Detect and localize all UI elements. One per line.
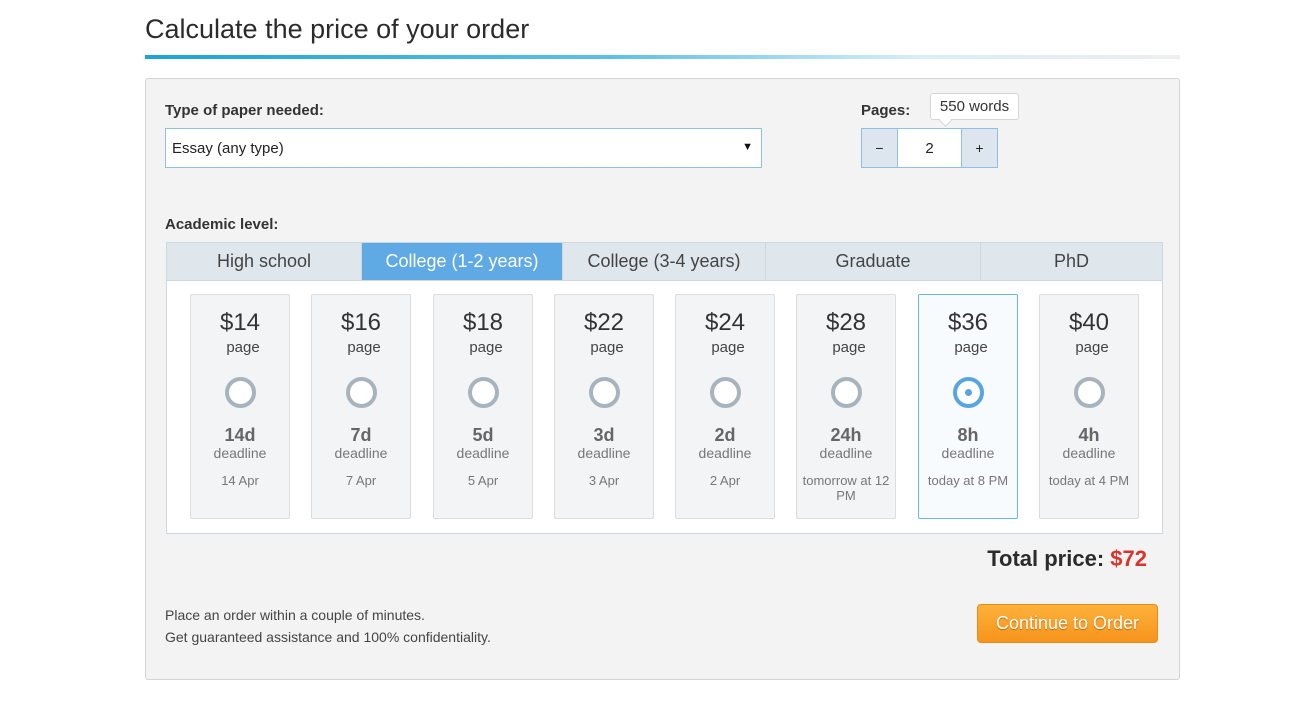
deadline-duration: 24h	[830, 425, 862, 445]
deadline-card[interactable]: $24 page 2d deadline 2 Apr	[675, 294, 775, 519]
price-per-page: $36	[947, 309, 989, 336]
price-unit: page	[1075, 339, 1109, 356]
deadline-radio[interactable]	[710, 377, 741, 408]
price-per-page: $22	[583, 309, 625, 336]
price-per-page: $24	[704, 309, 746, 336]
deadline-card[interactable]: $14 page 14d deadline 14 Apr	[190, 294, 290, 519]
deadline-duration: 8h	[957, 425, 979, 445]
deadline-radio[interactable]	[589, 377, 620, 408]
deadline-card[interactable]: $40 page 4h deadline today at 4 PM	[1039, 294, 1139, 519]
deadline-duration: 14d	[224, 425, 256, 445]
deadline-radio[interactable]	[831, 377, 862, 408]
deadline-label: deadline	[698, 445, 752, 461]
deadline-date: 14 Apr	[221, 473, 259, 488]
price-unit: page	[711, 339, 745, 356]
deadline-date: today at 8 PM	[927, 473, 1009, 488]
price-unit: page	[590, 339, 624, 356]
deadline-options: $14 page 14d deadline 14 Apr $16 page 7d…	[166, 281, 1163, 534]
paper-type-value: Essay (any type)	[172, 140, 284, 157]
deadline-label: deadline	[941, 445, 995, 461]
continue-to-order-button[interactable]: Continue to Order	[977, 604, 1158, 643]
academic-level-tabs: High school College (1-2 years) College …	[166, 242, 1163, 281]
price-calculator-panel: Type of paper needed: Essay (any type) ▼…	[145, 78, 1180, 680]
deadline-radio[interactable]	[346, 377, 377, 408]
deadline-card[interactable]: $28 page 24h deadline tomorrow at 12 PM	[796, 294, 896, 519]
deadline-radio[interactable]	[468, 377, 499, 408]
tab-college-3-4[interactable]: College (3-4 years)	[563, 243, 766, 280]
price-unit: page	[469, 339, 503, 356]
words-tooltip: 550 words	[930, 93, 1019, 120]
total-price: Total price: $72	[987, 546, 1147, 572]
deadline-label: deadline	[819, 445, 873, 461]
price-per-page: $16	[340, 309, 382, 336]
tab-college-1-2[interactable]: College (1-2 years)	[362, 243, 563, 280]
pages-label: Pages:	[861, 102, 911, 119]
price-per-page: $40	[1068, 309, 1110, 336]
total-price-amount: $72	[1110, 546, 1147, 571]
radio-dot-icon	[965, 389, 972, 396]
price-unit: page	[954, 339, 988, 356]
academic-level-label: Academic level:	[165, 216, 279, 233]
increase-pages-button[interactable]: +	[961, 129, 997, 167]
price-unit: page	[347, 339, 381, 356]
deadline-card[interactable]: $22 page 3d deadline 3 Apr	[554, 294, 654, 519]
deadline-radio[interactable]	[1074, 377, 1105, 408]
deadline-label: deadline	[456, 445, 510, 461]
deadline-radio[interactable]	[225, 377, 256, 408]
tab-high-school[interactable]: High school	[167, 243, 362, 280]
deadline-card-selected[interactable]: $36 page 8h deadline today at 8 PM	[918, 294, 1018, 519]
deadline-label: deadline	[1062, 445, 1116, 461]
decrease-pages-button[interactable]: −	[862, 129, 898, 167]
total-price-label: Total price:	[987, 546, 1105, 571]
price-unit: page	[832, 339, 866, 356]
deadline-date: 3 Apr	[588, 473, 620, 488]
deadline-label: deadline	[334, 445, 388, 461]
deadline-date: 2 Apr	[709, 473, 741, 488]
deadline-label: deadline	[577, 445, 631, 461]
deadline-radio-checked[interactable]	[953, 377, 984, 408]
page-title: Calculate the price of your order	[145, 14, 530, 44]
info-text-line-1: Place an order within a couple of minute…	[165, 607, 425, 623]
deadline-date: today at 4 PM	[1048, 473, 1130, 488]
tab-graduate[interactable]: Graduate	[766, 243, 981, 280]
deadline-duration: 4h	[1078, 425, 1100, 445]
price-unit: page	[226, 339, 260, 356]
deadline-card[interactable]: $16 page 7d deadline 7 Apr	[311, 294, 411, 519]
title-underline	[145, 55, 1180, 59]
info-text-line-2: Get guaranteed assistance and 100% confi…	[165, 629, 491, 645]
deadline-card[interactable]: $18 page 5d deadline 5 Apr	[433, 294, 533, 519]
deadline-date: 7 Apr	[345, 473, 377, 488]
tab-phd[interactable]: PhD	[981, 243, 1162, 280]
deadline-duration: 5d	[472, 425, 494, 445]
deadline-date: tomorrow at 12 PM	[802, 473, 890, 503]
deadline-label: deadline	[213, 445, 267, 461]
deadline-date: 5 Apr	[467, 473, 499, 488]
pages-stepper: − 2 +	[861, 128, 998, 168]
paper-type-label: Type of paper needed:	[165, 102, 324, 119]
paper-type-select[interactable]: Essay (any type) ▼	[165, 128, 762, 168]
deadline-duration: 3d	[593, 425, 615, 445]
price-per-page: $18	[462, 309, 504, 336]
chevron-down-icon: ▼	[742, 141, 753, 153]
deadline-duration: 2d	[714, 425, 736, 445]
price-per-page: $14	[219, 309, 261, 336]
pages-input[interactable]: 2	[898, 129, 961, 167]
price-per-page: $28	[825, 309, 867, 336]
deadline-duration: 7d	[350, 425, 372, 445]
